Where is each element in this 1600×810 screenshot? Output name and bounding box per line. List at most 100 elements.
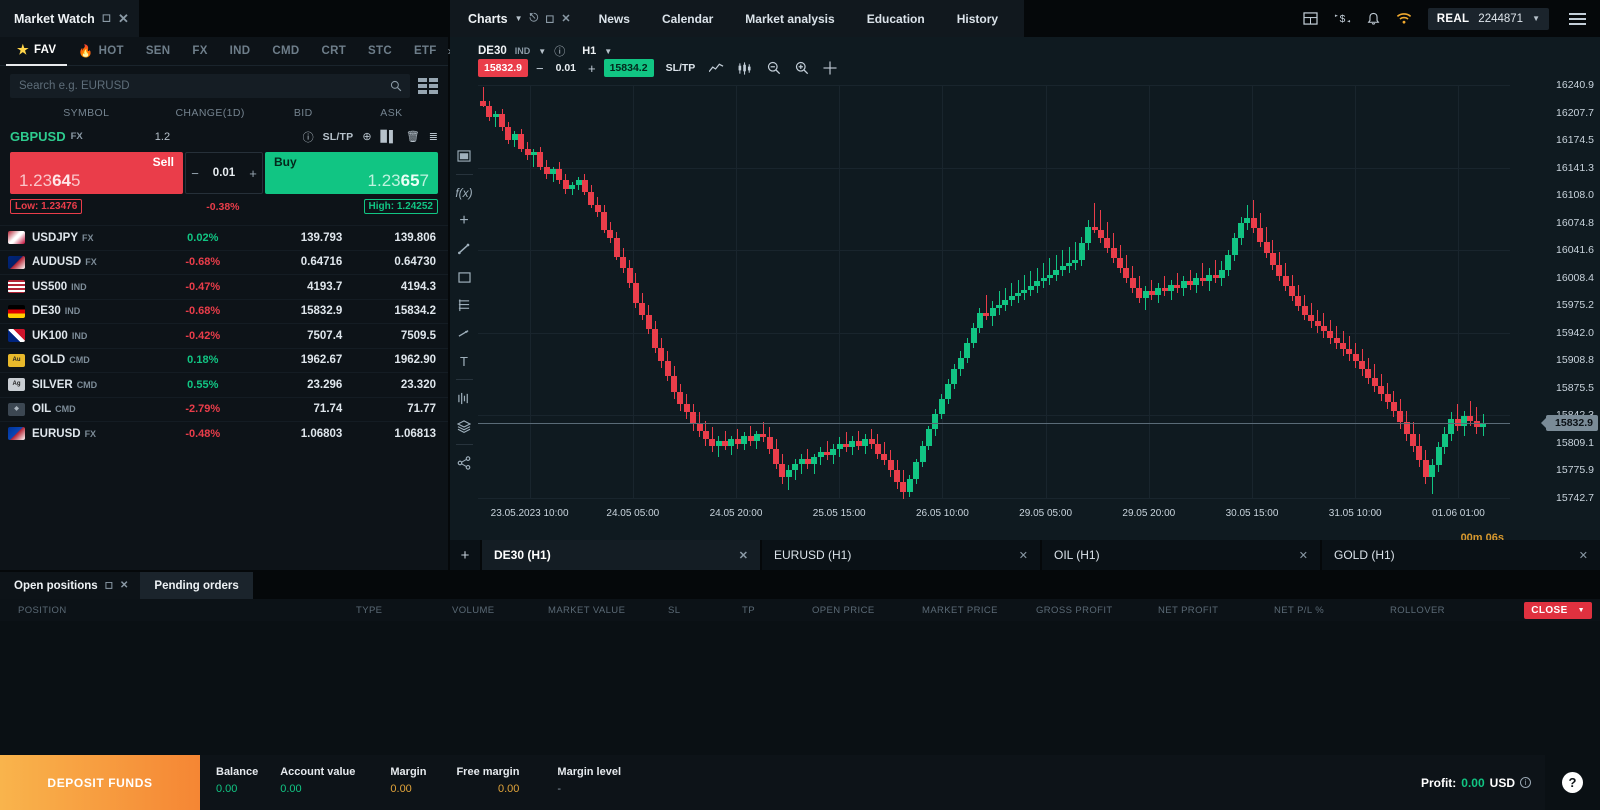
category-tab-ind[interactable]: IND — [219, 37, 262, 66]
nav-item-news[interactable]: News — [583, 12, 646, 26]
instrument-row-us500[interactable]: US500IND-0.47%4193.74194.3 — [0, 274, 448, 299]
category-tab-cmd[interactable]: CMD — [261, 37, 310, 66]
column-header[interactable]: SL — [668, 605, 680, 616]
fibonacci-icon[interactable] — [450, 291, 478, 319]
instrument-row-usdjpy[interactable]: USDJPYFX0.02%139.793139.806 — [0, 225, 448, 250]
chart-tab-gold[interactable]: GOLD (H1) ✕ — [1320, 540, 1600, 570]
text-icon[interactable]: T — [450, 347, 478, 375]
close-icon[interactable]: ✕ — [118, 12, 129, 25]
chart-buy-button[interactable]: 15834.2 — [604, 59, 654, 77]
category-tab-fx[interactable]: FX — [181, 37, 218, 66]
chart-volume-increase[interactable]: + — [580, 61, 604, 76]
hamburger-icon[interactable] — [1565, 13, 1586, 25]
trendline-icon[interactable] — [450, 235, 478, 263]
help-button[interactable]: ? — [1545, 755, 1600, 810]
instrument-bid[interactable]: 4193.7 — [253, 281, 343, 293]
tab-open-positions[interactable]: Open positions ◻ ✕ — [0, 572, 140, 599]
instrument-bid[interactable]: 7507.4 — [253, 330, 343, 342]
instrument-row-audusd[interactable]: AUDUSDFX-0.68%0.647160.64730 — [0, 250, 448, 275]
maximize-icon[interactable]: ◻ — [545, 12, 554, 25]
candlestick-plot[interactable] — [478, 85, 1510, 498]
function-icon[interactable]: f(x) — [450, 179, 478, 207]
current-price-marker[interactable]: 15832.9 — [1546, 415, 1598, 431]
column-header[interactable]: MARKET VALUE — [548, 605, 625, 616]
instrument-bid[interactable]: 0.64716 — [253, 256, 343, 268]
instrument-row-oil[interactable]: ◆OILCMD-2.79%71.7471.77 — [0, 397, 448, 422]
instrument-bid[interactable]: 1962.67 — [253, 354, 343, 366]
category-tab-etf[interactable]: ETF — [403, 37, 448, 66]
instrument-row-uk100[interactable]: UK100IND-0.42%7507.47509.5 — [0, 323, 448, 348]
close-icon[interactable]: ✕ — [561, 12, 570, 25]
category-tab-crt[interactable]: CRT — [310, 37, 357, 66]
instrument-ask[interactable]: 4194.3 — [342, 281, 436, 293]
chart-tab-oil[interactable]: OIL (H1) ✕ — [1040, 540, 1320, 570]
chart-canvas-area[interactable]: DE30 IND ▼ ⓘ H1 ▼ 15832.9 − 0.01 + 15834… — [450, 37, 1600, 540]
instrument-row-de30[interactable]: DE30IND-0.68%15832.915834.2 — [0, 299, 448, 324]
close-icon[interactable]: ✕ — [120, 580, 128, 591]
instrument-bid[interactable]: 15832.9 — [253, 305, 343, 317]
timeframe-selector[interactable]: H1 — [582, 45, 596, 57]
instrument-row-gold[interactable]: AuGOLDCMD0.18%1962.671962.90 — [0, 348, 448, 373]
instrument-ask[interactable]: 23.320 — [342, 379, 436, 391]
line-chart-icon[interactable] — [709, 63, 724, 74]
instrument-ask[interactable]: 1.06813 — [342, 428, 436, 440]
close-positions-button[interactable]: CLOSE ▼ — [1524, 602, 1592, 619]
nav-item-calendar[interactable]: Calendar — [646, 12, 729, 26]
info-circle-icon[interactable]: ⓘ — [303, 129, 314, 145]
chevron-down-icon[interactable]: ▼ — [515, 14, 523, 23]
volume-stepper[interactable]: − 0.01 + — [185, 152, 263, 194]
tab-pending-orders[interactable]: Pending orders — [140, 572, 252, 599]
market-watch-tab[interactable]: Market Watch ◻ ✕ — [0, 0, 139, 37]
info-circle-icon[interactable]: ⓘ — [554, 43, 565, 59]
arrow-icon[interactable] — [450, 319, 478, 347]
zoom-out-icon[interactable] — [767, 61, 781, 75]
column-header[interactable]: TP — [742, 605, 755, 616]
close-icon[interactable]: ✕ — [1299, 549, 1308, 562]
layout-icon[interactable] — [1303, 12, 1318, 25]
list-add-icon[interactable]: ≣ — [429, 130, 438, 143]
candlestick-icon[interactable] — [738, 62, 753, 75]
trash-icon[interactable]: 🗑 — [406, 130, 420, 143]
account-selector[interactable]: REAL 2244871 ▼ — [1428, 8, 1549, 30]
crosshair-icon[interactable] — [823, 61, 837, 75]
instrument-ask[interactable]: 0.64730 — [342, 256, 436, 268]
search-input[interactable]: Search e.g. EURUSD — [10, 74, 410, 98]
layers-icon[interactable] — [450, 412, 478, 440]
zoom-in-icon[interactable] — [795, 61, 809, 75]
column-header[interactable]: ROLLOVER — [1390, 605, 1445, 616]
category-tab-stc[interactable]: STC — [357, 37, 403, 66]
nav-item-education[interactable]: Education — [851, 12, 941, 26]
category-tab-sen[interactable]: SEN — [135, 37, 182, 66]
column-header[interactable]: MARKET PRICE — [922, 605, 998, 616]
chart-sell-button[interactable]: 15832.9 — [478, 59, 528, 77]
close-icon[interactable]: ✕ — [1019, 549, 1028, 562]
sell-button[interactable]: Sell 1.23645 — [10, 152, 183, 194]
column-header[interactable]: GROSS PROFIT — [1036, 605, 1113, 616]
instrument-ask[interactable]: 139.806 — [342, 232, 436, 244]
nav-item-market-analysis[interactable]: Market analysis — [729, 12, 850, 26]
volume-decrease-button[interactable]: − — [186, 166, 204, 181]
info-circle-icon[interactable]: i — [1520, 777, 1531, 788]
instrument-ask[interactable]: 15834.2 — [342, 305, 436, 317]
chart-volume-value[interactable]: 0.01 — [552, 62, 580, 74]
instrument-bid[interactable]: 23.296 — [253, 379, 343, 391]
share-icon[interactable] — [450, 449, 478, 477]
chart-tab-de30[interactable]: DE30 (H1) ✕ — [480, 540, 760, 570]
plus-icon[interactable]: + — [450, 207, 478, 235]
category-tab-hot[interactable]: 🔥 HOT — [67, 37, 134, 66]
bell-icon[interactable] — [1367, 12, 1380, 26]
column-header[interactable]: OPEN PRICE — [812, 605, 875, 616]
chart-tab-eurusd[interactable]: EURUSD (H1) ✕ — [760, 540, 1040, 570]
deposit-funds-button[interactable]: DEPOSIT FUNDS — [0, 755, 200, 810]
instrument-ask[interactable]: 7509.5 — [342, 330, 436, 342]
column-header[interactable]: POSITION — [18, 605, 67, 616]
instrument-bid[interactable]: 139.793 — [253, 232, 343, 244]
instrument-ask[interactable]: 1962.90 — [342, 354, 436, 366]
sltp-button[interactable]: SL/TP — [323, 131, 354, 143]
indicator-icon[interactable] — [450, 384, 478, 412]
buy-button[interactable]: Buy 1.23657 — [265, 152, 438, 194]
chart-volume-decrease[interactable]: − — [528, 61, 552, 76]
instrument-bid[interactable]: 1.06803 — [253, 428, 343, 440]
rectangle-icon[interactable] — [450, 263, 478, 291]
grid-view-toggle-icon[interactable] — [418, 78, 438, 94]
